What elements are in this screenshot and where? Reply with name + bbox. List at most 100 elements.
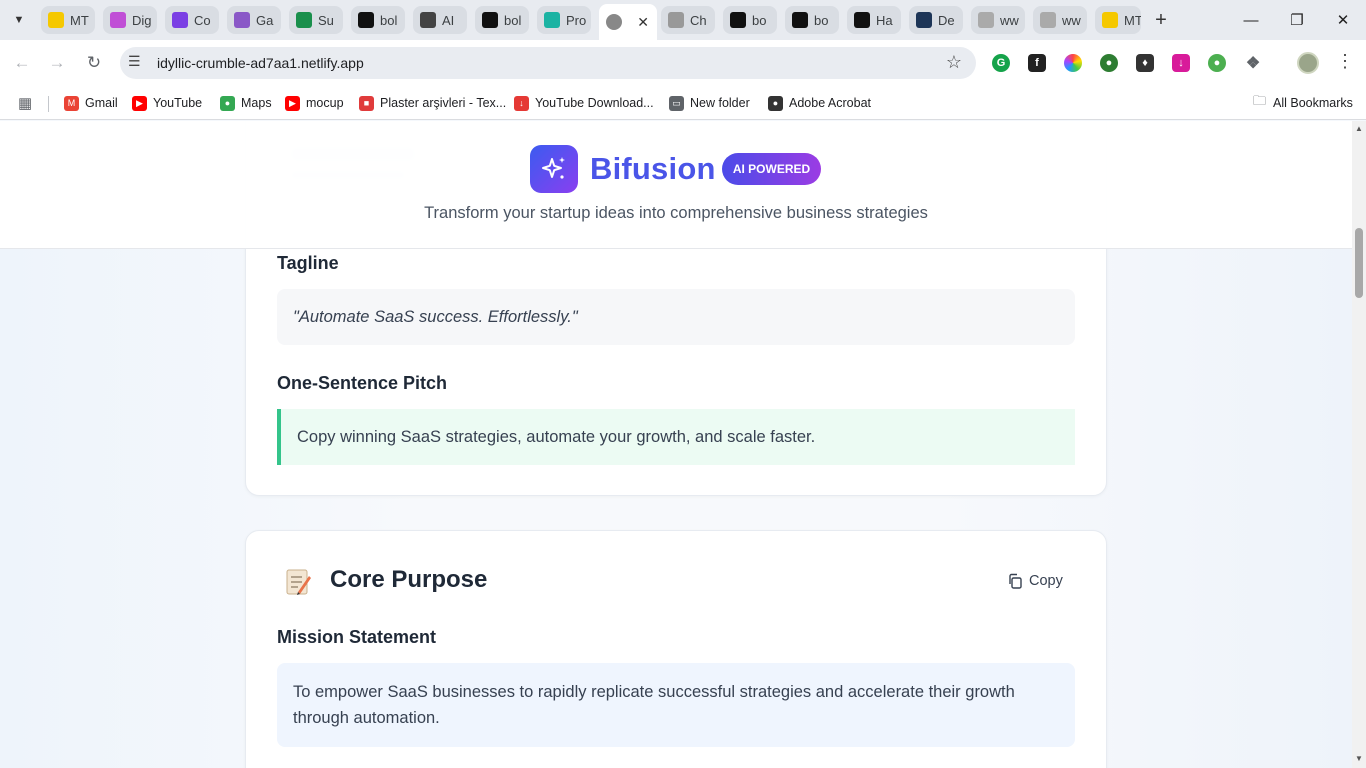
extensions-puzzle-icon[interactable]: ❖ [1244, 54, 1262, 72]
browser-tab[interactable]: Su [289, 6, 343, 34]
tab-title: MT [70, 12, 89, 28]
scroll-up-arrow-icon[interactable]: ▲ [1355, 124, 1363, 133]
tab-title: MT [1124, 12, 1141, 28]
core-purpose-title: Core Purpose [330, 566, 488, 593]
tab-title: ww [1000, 12, 1019, 28]
browser-tab[interactable]: bol [351, 6, 405, 34]
browser-tab[interactable]: Co [165, 6, 219, 34]
mtn-icon [1102, 12, 1118, 28]
youtube-icon: ▶ [132, 95, 147, 111]
browser-tab-strip: ▼ MT Dig Co Ga Su bol AI bol Pro ✕ Ch bo bo Ha De ww ww M… [0, 0, 1366, 40]
android-ext-icon[interactable]: ● [1208, 54, 1226, 72]
bolt-icon [296, 12, 312, 28]
url-text[interactable]: idyllic-crumble-ad7aa1.netlify.app [157, 55, 364, 71]
tab-title: Co [194, 12, 211, 28]
reload-button[interactable]: ↻ [81, 50, 107, 76]
browser-tab[interactable]: Ha [847, 6, 901, 34]
color-picker-icon[interactable] [1064, 54, 1082, 72]
bookmark-label: New folder [690, 96, 750, 110]
bookmark-item[interactable]: ● Adobe Acrobat [768, 92, 871, 114]
browser-tab[interactable]: Ch [661, 6, 715, 34]
youtube-icon: ▶ [285, 95, 300, 111]
scroll-down-arrow-icon[interactable]: ▼ [1355, 754, 1363, 763]
tab-search-chevron-icon[interactable]: ▼ [6, 8, 32, 32]
tab-title: bo [814, 12, 829, 28]
new-tab-button[interactable]: + [1148, 8, 1174, 32]
browser-tab[interactable]: MT [41, 6, 95, 34]
browser-tab[interactable]: bo [785, 6, 839, 34]
globe-ext-icon[interactable]: ● [1100, 54, 1118, 72]
browser-tab[interactable]: Ga [227, 6, 281, 34]
openai-icon [420, 12, 436, 28]
bookmark-item[interactable]: ● Maps [220, 92, 272, 114]
forward-button[interactable]: → [44, 50, 70, 76]
browser-tab[interactable]: AI [413, 6, 467, 34]
scrollbar-thumb[interactable] [1355, 228, 1363, 298]
globe-icon [978, 12, 994, 28]
browser-tab[interactable]: De [909, 6, 963, 34]
maps-icon: ● [220, 95, 235, 111]
grammarly-icon[interactable]: G [992, 54, 1010, 72]
profile-avatar[interactable] [1297, 52, 1319, 74]
bolt-b-icon [792, 12, 808, 28]
brand-name: Bifusion [590, 151, 716, 186]
all-bookmarks-button[interactable]: 🗀 All Bookmarks [1252, 92, 1353, 114]
stylus-icon[interactable]: ♦ [1136, 54, 1154, 72]
tab-title: Su [318, 12, 334, 28]
globe-icon [668, 12, 684, 28]
bookmark-item[interactable]: ↓ YouTube Download... [514, 92, 654, 114]
all-bookmarks-label: All Bookmarks [1273, 96, 1353, 110]
back-button[interactable]: ← [9, 50, 35, 76]
bookmark-item[interactable]: ▶ YouTube [132, 92, 202, 114]
browser-tab[interactable]: bol [475, 6, 529, 34]
tab-title: Ha [876, 12, 893, 28]
browser-tab[interactable]: ✕ [599, 4, 657, 40]
address-bar[interactable]: ☰ idyllic-crumble-ad7aa1.netlify.app ☆ [120, 47, 976, 79]
mtn-icon [48, 12, 64, 28]
folder-icon: 🗀 [1252, 93, 1266, 108]
browser-tab[interactable]: bo [723, 6, 777, 34]
pitch-heading: One-Sentence Pitch [277, 373, 448, 393]
tab-title: Ga [256, 12, 274, 28]
bookmark-label: Maps [241, 96, 272, 110]
bookmark-item[interactable]: M Gmail [64, 92, 118, 114]
browser-tab[interactable]: Dig [103, 6, 157, 34]
apps-grid-icon[interactable]: ▦ [18, 92, 32, 114]
browser-menu-icon[interactable]: ⋮ [1336, 51, 1354, 72]
ai-powered-badge: AI POWERED [722, 153, 821, 185]
bookmark-label: YouTube [153, 96, 203, 110]
page-scrollbar[interactable]: ▲ ▼ [1352, 121, 1366, 768]
close-window-button[interactable]: ✕ [1328, 8, 1358, 32]
tab-title: Dig [132, 12, 152, 28]
site-info-icon[interactable]: ☰ [128, 53, 141, 70]
close-tab-icon[interactable]: ✕ [637, 14, 649, 31]
browser-tab[interactable]: ww [1033, 6, 1087, 34]
browser-tab[interactable]: ww [971, 6, 1025, 34]
app-header: Bifusion AI POWERED Transform your start… [0, 121, 1352, 249]
browser-tab[interactable]: MT [1095, 6, 1141, 34]
downloader-icon[interactable]: ↓ [1172, 54, 1190, 72]
bookmark-label: YouTube Download... [535, 96, 654, 110]
pitch-box: Copy winning SaaS strategies, automate y… [277, 409, 1075, 465]
tab-title: bol [380, 12, 398, 28]
tab-title: bo [752, 12, 767, 28]
restore-button[interactable]: ❐ [1282, 8, 1312, 32]
bookmark-item[interactable]: ▭ New folder [669, 92, 750, 114]
bookmark-star-icon[interactable]: ☆ [946, 52, 962, 73]
copy-button[interactable]: Copy [1000, 567, 1070, 595]
font-ext-icon[interactable]: f [1028, 54, 1046, 72]
tab-title: bol [504, 12, 522, 28]
mission-box: To empower SaaS businesses to rapidly re… [277, 663, 1075, 747]
minimize-button[interactable]: — [1236, 8, 1266, 32]
pitch-text: Copy winning SaaS strategies, automate y… [297, 428, 816, 446]
bookmark-item[interactable]: ■ Plaster arşivleri - Tex... [359, 92, 506, 114]
bolt-b-icon [854, 12, 870, 28]
bolt-b-icon [482, 12, 498, 28]
folder-icon: ▭ [669, 95, 684, 111]
bookmark-item[interactable]: ▶ mocup [285, 92, 344, 114]
tab-title: ww [1062, 12, 1081, 28]
page-viewport: Tagline "Automate SaaS success. Effortle… [0, 121, 1352, 768]
mission-heading: Mission Statement [277, 627, 437, 647]
memo-icon [286, 569, 311, 595]
browser-tab[interactable]: Pro [537, 6, 591, 34]
